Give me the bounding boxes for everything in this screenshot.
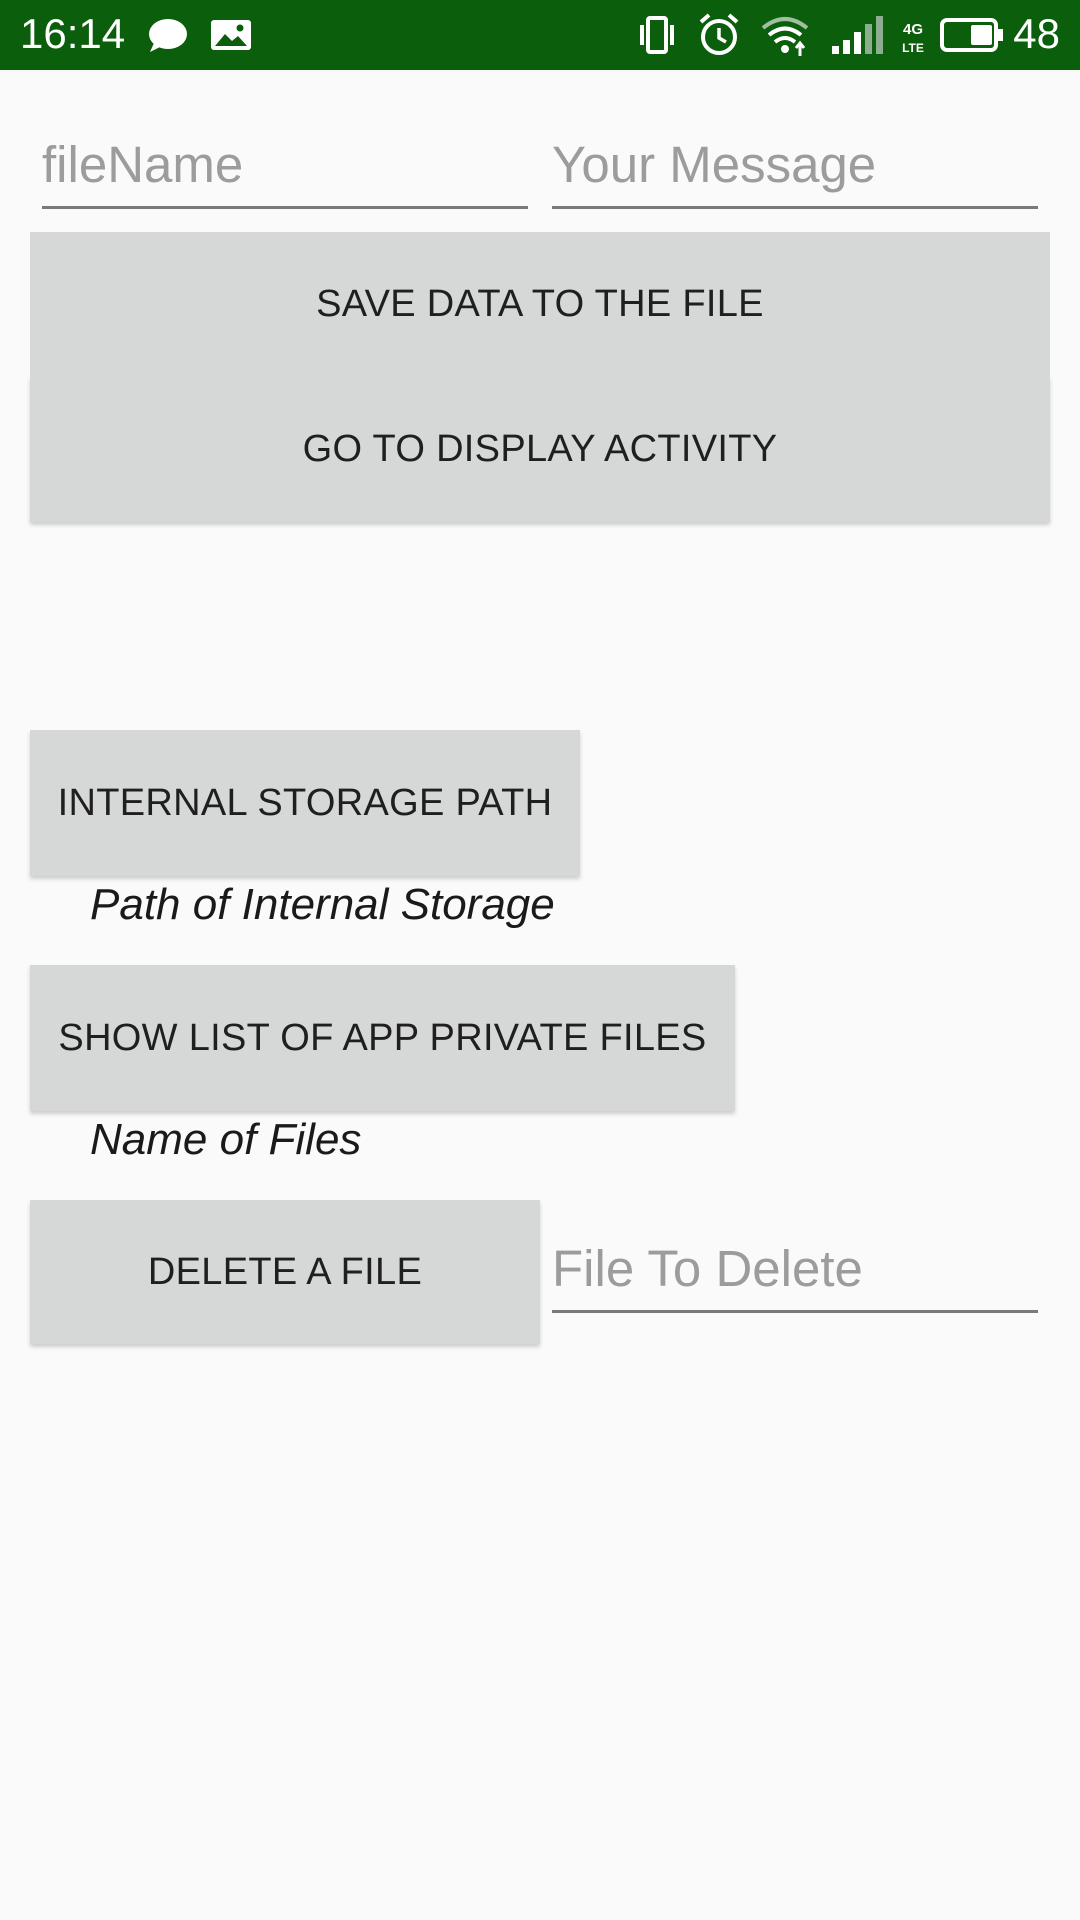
file-to-delete-field[interactable] xyxy=(552,1228,1038,1313)
chat-bubble-icon xyxy=(149,19,187,52)
alarm-icon xyxy=(699,13,739,55)
signal-icon xyxy=(832,16,883,54)
svg-text:LTE: LTE xyxy=(902,41,924,55)
message-field[interactable] xyxy=(552,124,1038,209)
battery-percentage: 48 xyxy=(1013,10,1060,57)
file-to-delete-input[interactable] xyxy=(552,1228,1038,1308)
internal-storage-path-label: Path of Internal Storage xyxy=(90,880,555,929)
message-input[interactable] xyxy=(552,124,1038,204)
svg-text:4G: 4G xyxy=(903,21,923,38)
filename-input[interactable] xyxy=(42,124,528,204)
battery-icon xyxy=(940,18,1003,52)
delete-file-button[interactable]: DELETE A FILE xyxy=(30,1200,540,1344)
image-icon xyxy=(211,20,251,50)
show-app-private-files-button[interactable]: SHOW LIST OF APP PRIVATE FILES xyxy=(30,965,735,1111)
status-bar: 16:14 4G LTE 48 xyxy=(0,0,1080,70)
internal-storage-path-button[interactable]: INTERNAL STORAGE PATH xyxy=(30,730,580,876)
4g-lte-icon: 4G LTE xyxy=(902,21,924,55)
status-time: 16:14 xyxy=(20,10,126,57)
files-list-label: Name of Files xyxy=(90,1115,362,1164)
save-data-button[interactable]: SAVE DATA TO THE FILE xyxy=(30,232,1050,376)
vibrate-icon xyxy=(640,16,674,54)
wifi-icon xyxy=(761,17,809,56)
filename-field[interactable] xyxy=(42,124,528,209)
go-to-display-activity-button[interactable]: GO TO DISPLAY ACTIVITY xyxy=(30,376,1050,522)
